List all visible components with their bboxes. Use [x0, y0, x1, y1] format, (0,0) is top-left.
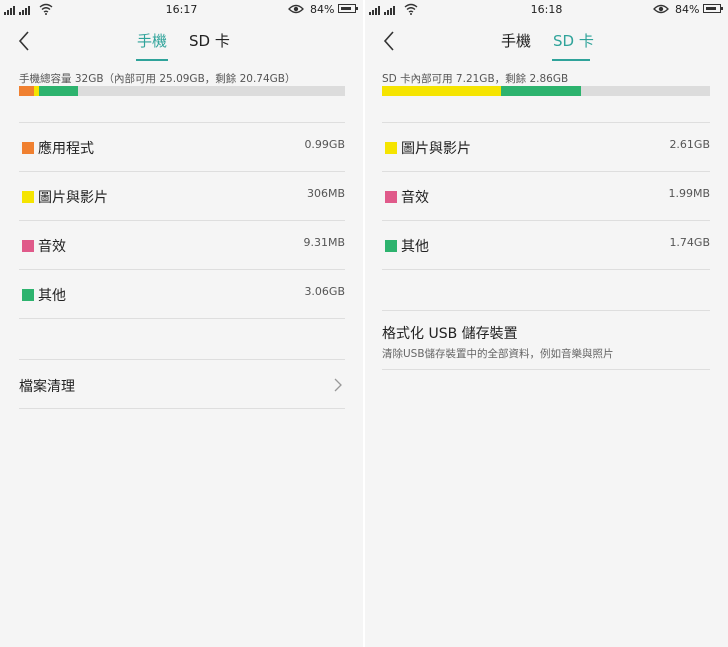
list-item-value: 3.06GB [304, 285, 345, 298]
list-item-value: 2.61GB [669, 138, 710, 151]
color-swatch [22, 142, 34, 154]
back-arrow-icon[interactable] [17, 30, 31, 52]
list-item-media[interactable]: 圖片與影片 2.61GB [382, 122, 710, 170]
status-bar: 16:18 84% [365, 0, 728, 20]
status-bar: 16:17 84% [0, 0, 363, 20]
file-cleanup-label: 檔案清理 [19, 379, 75, 395]
header: 手機 SD 卡 [0, 20, 363, 62]
usage-segment-apps [19, 86, 34, 96]
chevron-right-icon [334, 378, 342, 392]
color-swatch [385, 191, 397, 203]
list-item-value: 9.31MB [303, 236, 345, 249]
list-item-other[interactable]: 其他 3.06GB [19, 269, 345, 319]
color-swatch [385, 240, 397, 252]
tab-sd-card[interactable]: SD 卡 [553, 30, 594, 51]
list-item-other[interactable]: 其他 1.74GB [382, 220, 710, 270]
list-item-value: 1.74GB [669, 236, 710, 249]
usage-segment-other [500, 86, 582, 96]
status-time: 16:18 [530, 3, 563, 16]
header: 手機 SD 卡 [365, 20, 728, 62]
list-item-label: 音效 [38, 239, 66, 255]
active-tab-indicator [136, 59, 168, 61]
tab-phone[interactable]: 手機 [137, 30, 167, 51]
capacity-text: SD 卡內部可用 7.21GB，剩餘 2.86GB [382, 73, 569, 85]
sd-card-storage-screen: 16:18 84% 手機 SD 卡 SD 卡內部可用 7.21GB，剩餘 2.8… [365, 0, 728, 647]
list-item-label: 應用程式 [38, 141, 94, 157]
phone-storage-screen: 16:17 84% 手機 SD 卡 手機總容量 32GB（內部可用 25.09G… [0, 0, 363, 647]
tab-phone[interactable]: 手機 [501, 30, 531, 51]
status-time: 16:17 [165, 3, 198, 16]
format-usb-subtitle: 清除USB儲存裝置中的全部資料，例如音樂與照片 [382, 348, 614, 360]
tab-sd-card[interactable]: SD 卡 [189, 30, 230, 51]
list-item-value: 0.99GB [304, 138, 345, 151]
battery-icon [703, 4, 723, 13]
list-item-apps[interactable]: 應用程式 0.99GB [19, 122, 345, 170]
eye-icon [288, 4, 304, 14]
list-item-audio[interactable]: 音效 1.99MB [382, 171, 710, 219]
eye-icon [653, 4, 669, 14]
back-arrow-icon[interactable] [382, 30, 396, 52]
usage-segment-other [38, 86, 78, 96]
capacity-text: 手機總容量 32GB（內部可用 25.09GB，剩餘 20.74GB） [19, 73, 296, 85]
color-swatch [385, 142, 397, 154]
list-item-audio[interactable]: 音效 9.31MB [19, 220, 345, 268]
battery-percent: 84% [310, 3, 335, 16]
color-swatch [22, 191, 34, 203]
color-swatch [22, 289, 34, 301]
battery-percent: 84% [675, 3, 700, 16]
color-swatch [22, 240, 34, 252]
format-usb-title: 格式化 USB 儲存裝置 [382, 326, 518, 342]
battery-icon [338, 4, 358, 13]
format-usb-row[interactable]: 格式化 USB 儲存裝置 清除USB儲存裝置中的全部資料，例如音樂與照片 [382, 310, 710, 370]
storage-usage-bar [19, 86, 345, 96]
list-item-label: 其他 [38, 288, 66, 304]
list-item-label: 其他 [401, 239, 429, 255]
list-item-label: 圖片與影片 [401, 141, 471, 157]
usage-segment-media [382, 86, 501, 96]
list-item-value: 306MB [306, 187, 345, 200]
active-tab-indicator [552, 59, 590, 61]
list-item-value: 1.99MB [668, 187, 710, 200]
storage-usage-bar [382, 86, 710, 96]
list-item-label: 圖片與影片 [38, 190, 108, 206]
list-item-label: 音效 [401, 190, 429, 206]
file-cleanup-row[interactable]: 檔案清理 [19, 359, 345, 409]
list-item-media[interactable]: 圖片與影片 306MB [19, 171, 345, 219]
